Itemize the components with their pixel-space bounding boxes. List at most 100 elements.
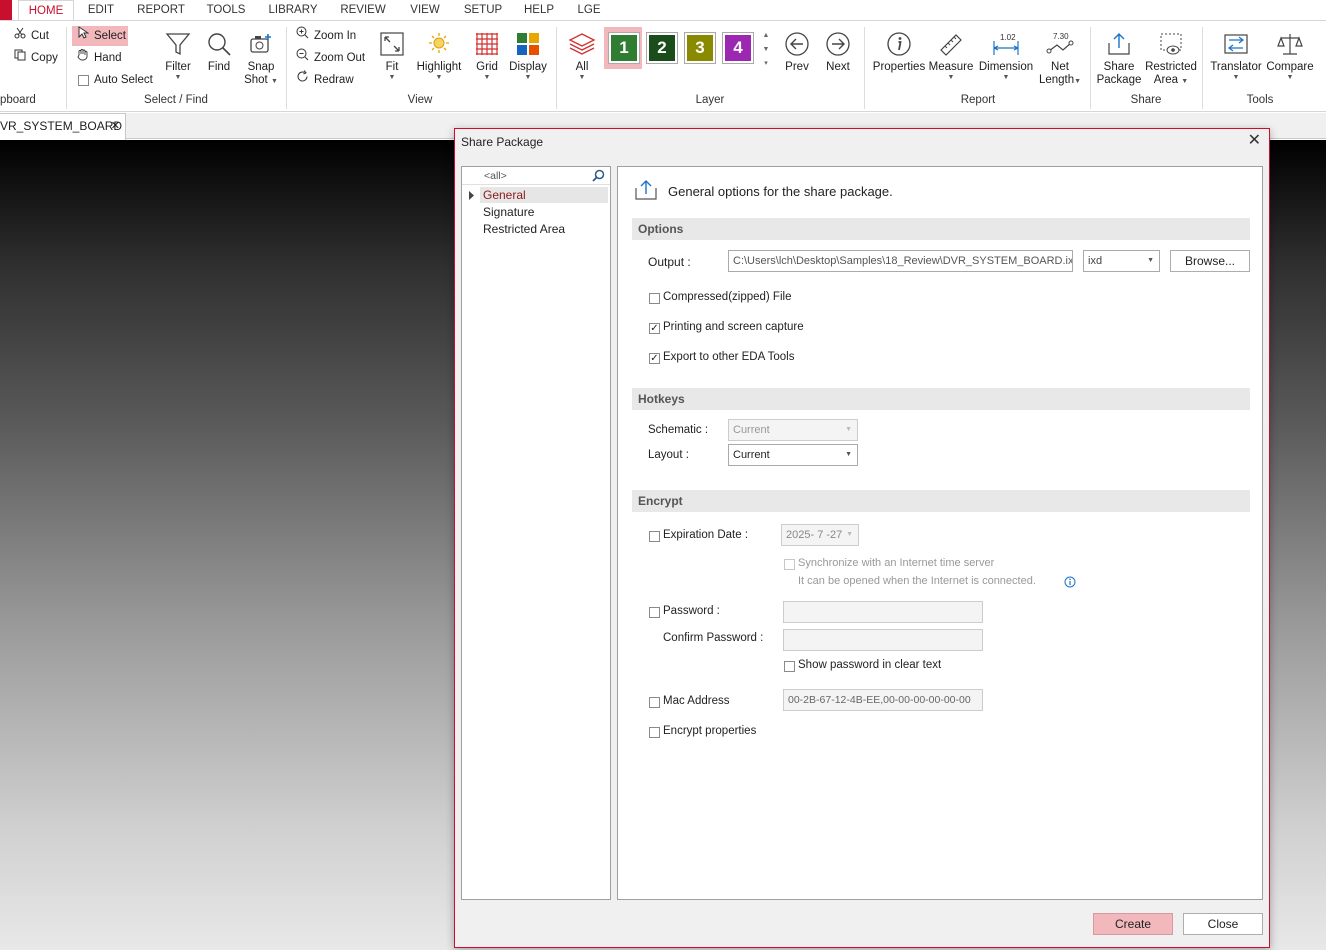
search-icon[interactable] xyxy=(592,169,605,182)
chevron-down-icon: ▼ xyxy=(174,74,182,81)
options-panel: General options for the share package. O… xyxy=(617,166,1263,900)
chevron-down-icon: ▼ xyxy=(845,451,852,458)
layer-1-button[interactable]: 1 xyxy=(608,32,640,64)
zoom-in-button[interactable]: Zoom In xyxy=(296,26,356,46)
category-nav: <all> General Signature Restricted Area xyxy=(461,166,611,900)
tab-help[interactable]: HELP xyxy=(520,0,558,20)
chevron-down-icon: ▼ xyxy=(524,74,532,81)
translator-button[interactable]: Translator ▼ xyxy=(1208,31,1264,82)
auto-select-toggle[interactable]: Auto Select xyxy=(78,70,153,90)
nav-item-signature[interactable]: Signature xyxy=(483,205,534,219)
show-password-checkbox[interactable] xyxy=(784,661,795,672)
format-select[interactable]: ixd ▼ xyxy=(1083,250,1160,272)
restricted-area-button[interactable]: Restricted Area ▼ xyxy=(1144,31,1198,87)
layer-4-button[interactable]: 4 xyxy=(722,32,754,64)
prev-button[interactable]: Prev xyxy=(780,31,814,74)
all-layers-button[interactable]: All ▼ xyxy=(565,31,599,82)
find-button[interactable]: Find xyxy=(200,31,238,74)
expand-arrow-icon[interactable] xyxy=(468,191,475,200)
auto-select-checkbox[interactable] xyxy=(78,74,89,86)
next-button[interactable]: Next xyxy=(821,31,855,74)
close-icon[interactable]: ✕ xyxy=(1248,133,1261,149)
tab-tools[interactable]: TOOLS xyxy=(202,0,250,20)
dimension-icon: 1.02 xyxy=(993,33,1019,55)
filter-button[interactable]: Filter ▼ xyxy=(158,31,198,82)
translator-icon xyxy=(1224,34,1248,54)
printing-checkbox[interactable]: ✓ xyxy=(649,323,660,334)
properties-label: Properties xyxy=(872,61,926,73)
tab-edit[interactable]: EDIT xyxy=(82,0,120,20)
format-value: ixd xyxy=(1088,255,1103,267)
layer-scroll[interactable]: ▲ ▼ ▾ xyxy=(760,29,772,71)
tab-lge[interactable]: LGE xyxy=(572,0,606,20)
nav-search[interactable]: <all> xyxy=(462,167,610,185)
dimension-value: 1.02 xyxy=(1000,33,1016,42)
net-length-value: 7.30 xyxy=(1053,32,1069,41)
net-label: Net xyxy=(1051,61,1069,73)
expiration-date-picker: 2025- 7 -27 ▼ xyxy=(781,524,859,546)
grid-button[interactable]: Grid ▼ xyxy=(470,31,504,82)
chevron-down-icon: ▼ xyxy=(845,426,852,433)
encrypt-properties-checkbox[interactable] xyxy=(649,727,660,738)
tab-setup[interactable]: SETUP xyxy=(460,0,506,20)
scroll-up-icon[interactable]: ▲ xyxy=(760,29,772,43)
output-label: Output : xyxy=(648,255,691,269)
filter-label: Filter xyxy=(165,61,191,73)
show-password-label: Show password in clear text xyxy=(798,659,942,671)
select-button[interactable]: Select xyxy=(72,26,128,46)
separator xyxy=(556,27,557,109)
browse-button[interactable]: Browse... xyxy=(1170,250,1250,272)
fit-icon xyxy=(380,32,404,56)
layer-2-button[interactable]: 2 xyxy=(646,32,678,64)
net-length-button[interactable]: 7.30 Net Length▼ xyxy=(1036,31,1084,87)
password-checkbox[interactable] xyxy=(649,607,660,618)
chevron-down-icon: ▼ xyxy=(435,74,443,81)
properties-button[interactable]: Properties xyxy=(870,31,928,74)
funnel-icon xyxy=(165,33,191,56)
cut-button[interactable]: Cut xyxy=(14,26,49,46)
layer-3-button[interactable]: 3 xyxy=(684,32,716,64)
snap-label: Snap xyxy=(247,61,275,73)
dimension-button[interactable]: 1.02 Dimension ▼ xyxy=(976,31,1036,82)
fit-button[interactable]: Fit ▼ xyxy=(374,31,410,82)
create-button[interactable]: Create xyxy=(1093,913,1173,935)
display-label: Display xyxy=(509,61,547,73)
share-package-button[interactable]: Share Package xyxy=(1094,31,1144,87)
scale-icon xyxy=(1277,34,1303,55)
find-label: Find xyxy=(207,61,231,73)
compare-button[interactable]: Compare ▼ xyxy=(1264,31,1316,82)
hand-button[interactable]: Hand xyxy=(76,48,122,68)
layout-select[interactable]: Current ▼ xyxy=(728,444,858,466)
app-menu-button[interactable] xyxy=(0,0,12,20)
tab-library[interactable]: LIBRARY xyxy=(264,0,322,20)
output-path-field[interactable]: C:\Users\lch\Desktop\Samples\18_Review\D… xyxy=(728,250,1073,272)
snapshot-button[interactable]: Snap Shot ▼ xyxy=(241,31,281,87)
mac-address-checkbox[interactable] xyxy=(649,697,660,708)
scroll-down-icon[interactable]: ▼ xyxy=(760,43,772,57)
next-label: Next xyxy=(826,61,850,73)
close-button[interactable]: Close xyxy=(1183,913,1263,935)
tab-view[interactable]: VIEW xyxy=(404,0,446,20)
expiration-checkbox[interactable] xyxy=(649,531,660,542)
highlight-button[interactable]: Highlight ▼ xyxy=(412,31,466,82)
export-label: Export to other EDA Tools xyxy=(663,351,795,363)
nav-item-general[interactable]: General xyxy=(483,188,526,202)
chevron-down-icon: ▼ xyxy=(1286,74,1294,81)
nav-item-restricted-area[interactable]: Restricted Area xyxy=(483,222,565,236)
tab-review[interactable]: REVIEW xyxy=(336,0,390,20)
compare-label: Compare xyxy=(1266,61,1314,73)
tab-report[interactable]: REPORT xyxy=(134,0,188,20)
info-icon[interactable] xyxy=(1064,576,1076,588)
zoom-out-button[interactable]: Zoom Out xyxy=(296,48,365,68)
close-icon[interactable]: ✕ xyxy=(111,114,120,138)
chevron-down-icon: ▼ xyxy=(1232,74,1240,81)
redraw-button[interactable]: Redraw xyxy=(296,70,354,90)
expand-icon[interactable]: ▾ xyxy=(760,57,772,71)
compressed-checkbox[interactable] xyxy=(649,293,660,304)
export-checkbox[interactable]: ✓ xyxy=(649,353,660,364)
measure-button[interactable]: Measure ▼ xyxy=(928,31,974,82)
document-tab[interactable]: VR_SYSTEM_BOARD ✕ xyxy=(0,113,126,140)
tab-home[interactable]: HOME xyxy=(18,0,74,21)
copy-button[interactable]: Copy xyxy=(14,48,58,68)
display-button[interactable]: Display ▼ xyxy=(506,31,550,82)
